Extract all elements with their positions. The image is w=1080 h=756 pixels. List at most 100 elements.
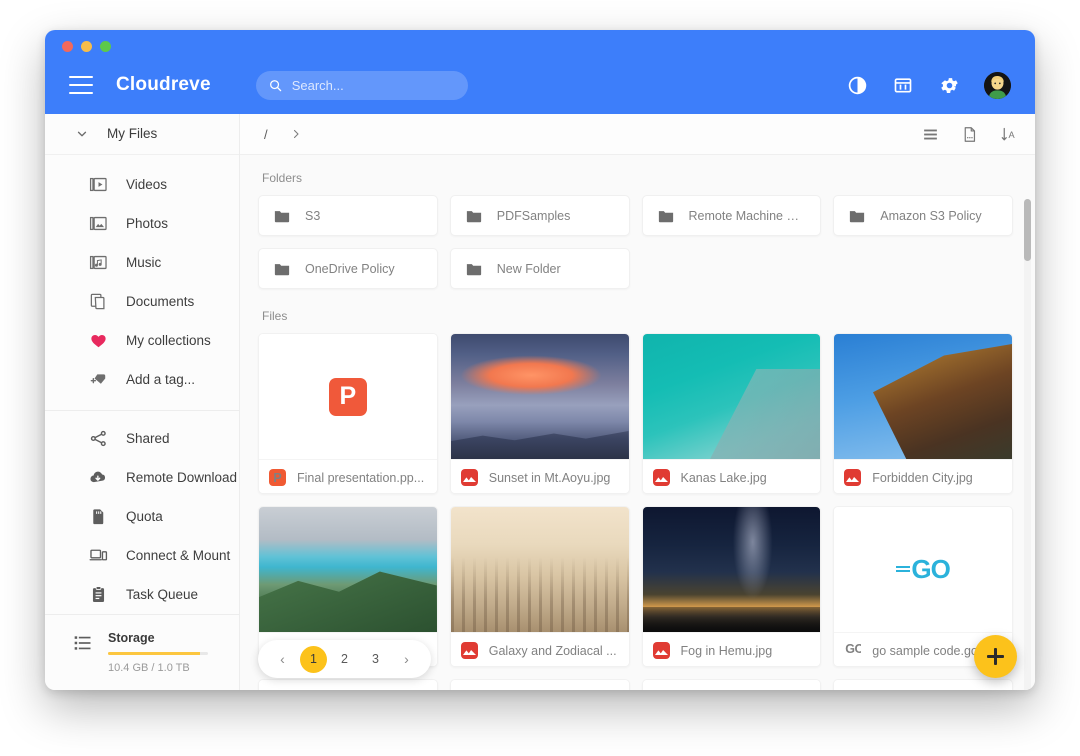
window-traffic-lights: [62, 41, 111, 52]
folder-card[interactable]: Remote Machine Poli...: [642, 195, 822, 236]
sidebar-item-add-a-tag[interactable]: Add a tag...: [45, 360, 239, 399]
file-card[interactable]: [833, 679, 1013, 690]
sort-icon[interactable]: A: [1000, 126, 1017, 143]
folder-name: Remote Machine Poli...: [689, 209, 807, 223]
add-button[interactable]: [974, 635, 1017, 678]
file-card[interactable]: [450, 679, 630, 690]
sidebar-item-label: My collections: [126, 333, 211, 348]
app-title: Cloudreve: [116, 74, 211, 96]
sidebar-item-connect-and-mount[interactable]: Connect & Mount: [45, 536, 239, 575]
maximize-window-button[interactable]: [100, 41, 111, 52]
view-actions: A: [922, 126, 1017, 143]
sidebar-item-documents[interactable]: Documents: [45, 282, 239, 321]
storage-label: Storage: [108, 631, 208, 645]
chevron-right-icon[interactable]: [290, 128, 302, 140]
list-view-icon[interactable]: [922, 126, 939, 143]
sidebar-item-label: Music: [126, 255, 161, 270]
storage-summary[interactable]: Storage 10.4 GB / 1.0 TB: [45, 614, 239, 691]
content-scrollbar[interactable]: [1024, 199, 1031, 690]
documents-icon: [89, 292, 108, 311]
folders-section-label: Folders: [262, 171, 1013, 185]
file-thumbnail: [259, 507, 437, 632]
file-name: Sunset in Mt.Aoyu.jpg: [489, 471, 611, 485]
avatar[interactable]: [984, 72, 1011, 99]
sidebar-item-task-queue[interactable]: Task Queue: [45, 575, 239, 614]
file-card[interactable]: Forbidden City.jpg: [833, 333, 1013, 494]
photo-icon: [89, 214, 108, 233]
folder-card[interactable]: Amazon S3 Policy: [833, 195, 1013, 236]
sidebar-item-label: Documents: [126, 294, 194, 309]
sidebar-item-label: Photos: [126, 216, 168, 231]
pagination-page-3[interactable]: 3: [362, 646, 389, 673]
folder-icon: [657, 207, 675, 225]
folder-card[interactable]: OneDrive Policy: [258, 248, 438, 289]
breadcrumb-root[interactable]: /: [264, 127, 268, 142]
sidebar-item-shared[interactable]: Shared: [45, 419, 239, 458]
dark-mode-icon[interactable]: [846, 74, 868, 96]
sidebar-item-label: Task Queue: [126, 587, 198, 602]
sidebar-item-music[interactable]: Music: [45, 243, 239, 282]
sidebar-item-remote-download[interactable]: Remote Download: [45, 458, 239, 497]
folder-card[interactable]: New Folder: [450, 248, 630, 289]
close-window-button[interactable]: [62, 41, 73, 52]
file-card[interactable]: Sunset in Mt.Aoyu.jpg: [450, 333, 630, 494]
folder-name: Amazon S3 Policy: [880, 209, 981, 223]
image-file-icon: [653, 469, 670, 486]
file-card[interactable]: P P Final presentation.pp...: [258, 333, 438, 494]
sidebar-item-photos[interactable]: Photos: [45, 204, 239, 243]
sidebar-header-my-files[interactable]: My Files: [45, 114, 239, 155]
sidebar-item-label: Connect & Mount: [126, 548, 230, 563]
sidebar: My Files Videos: [45, 114, 240, 690]
file-name: Forbidden City.jpg: [872, 471, 973, 485]
image-file-icon: [844, 469, 861, 486]
search-box[interactable]: [256, 71, 468, 100]
storage-usage-text: 10.4 GB / 1.0 TB: [108, 662, 208, 674]
new-file-icon[interactable]: [961, 126, 978, 143]
sidebar-item-label: Add a tag...: [126, 372, 195, 387]
image-file-icon: [461, 642, 478, 659]
folder-card[interactable]: PDFSamples: [450, 195, 630, 236]
scrollbar-thumb[interactable]: [1024, 199, 1031, 261]
sidebar-item-quota[interactable]: Quota: [45, 497, 239, 536]
go-language-icon: GO: [844, 642, 861, 659]
sidebar-item-my-collections[interactable]: My collections: [45, 321, 239, 360]
breadcrumb-toolbar: /: [240, 114, 1035, 155]
content-area: /: [240, 114, 1035, 690]
file-name: Kanas Lake.jpg: [681, 471, 767, 485]
add-tag-icon: [89, 370, 108, 389]
pagination-prev-button[interactable]: ‹: [269, 646, 296, 673]
powerpoint-icon: P: [329, 378, 367, 416]
sidebar-item-label: Shared: [126, 431, 170, 446]
folder-name: PDFSamples: [497, 209, 571, 223]
heart-icon: [89, 331, 108, 350]
file-card[interactable]: Fog in Hemu.jpg: [642, 506, 822, 667]
file-thumbnail: P: [259, 334, 437, 459]
app-bar-actions: [846, 72, 1017, 99]
pagination-page-2[interactable]: 2: [331, 646, 358, 673]
folder-card[interactable]: S3: [258, 195, 438, 236]
file-card[interactable]: Kanas Lake.jpg: [642, 333, 822, 494]
calendar-icon[interactable]: [892, 74, 914, 96]
cloud-download-icon: [89, 468, 108, 487]
app-bar: Cloudreve: [45, 30, 1035, 114]
music-icon: [89, 253, 108, 272]
pagination-page-1[interactable]: 1: [300, 646, 327, 673]
file-card[interactable]: Galaxy and Zodiacal ...: [450, 506, 630, 667]
menu-icon[interactable]: [69, 76, 93, 94]
file-card[interactable]: [258, 679, 438, 690]
sidebar-divider: [45, 410, 239, 411]
svg-text:A: A: [1009, 130, 1016, 140]
folder-name: New Folder: [497, 262, 561, 276]
pagination-next-button[interactable]: ›: [393, 646, 420, 673]
sidebar-header-label: My Files: [107, 126, 157, 141]
search-input[interactable]: [292, 78, 468, 93]
clipboard-icon: [89, 585, 108, 604]
devices-icon: [89, 546, 108, 565]
gear-icon[interactable]: [938, 74, 960, 96]
sidebar-item-videos[interactable]: Videos: [45, 165, 239, 204]
screen: Cloudreve: [0, 0, 1080, 756]
file-card[interactable]: [642, 679, 822, 690]
minimize-window-button[interactable]: [81, 41, 92, 52]
chevron-down-icon: [75, 127, 89, 141]
folder-icon: [465, 207, 483, 225]
